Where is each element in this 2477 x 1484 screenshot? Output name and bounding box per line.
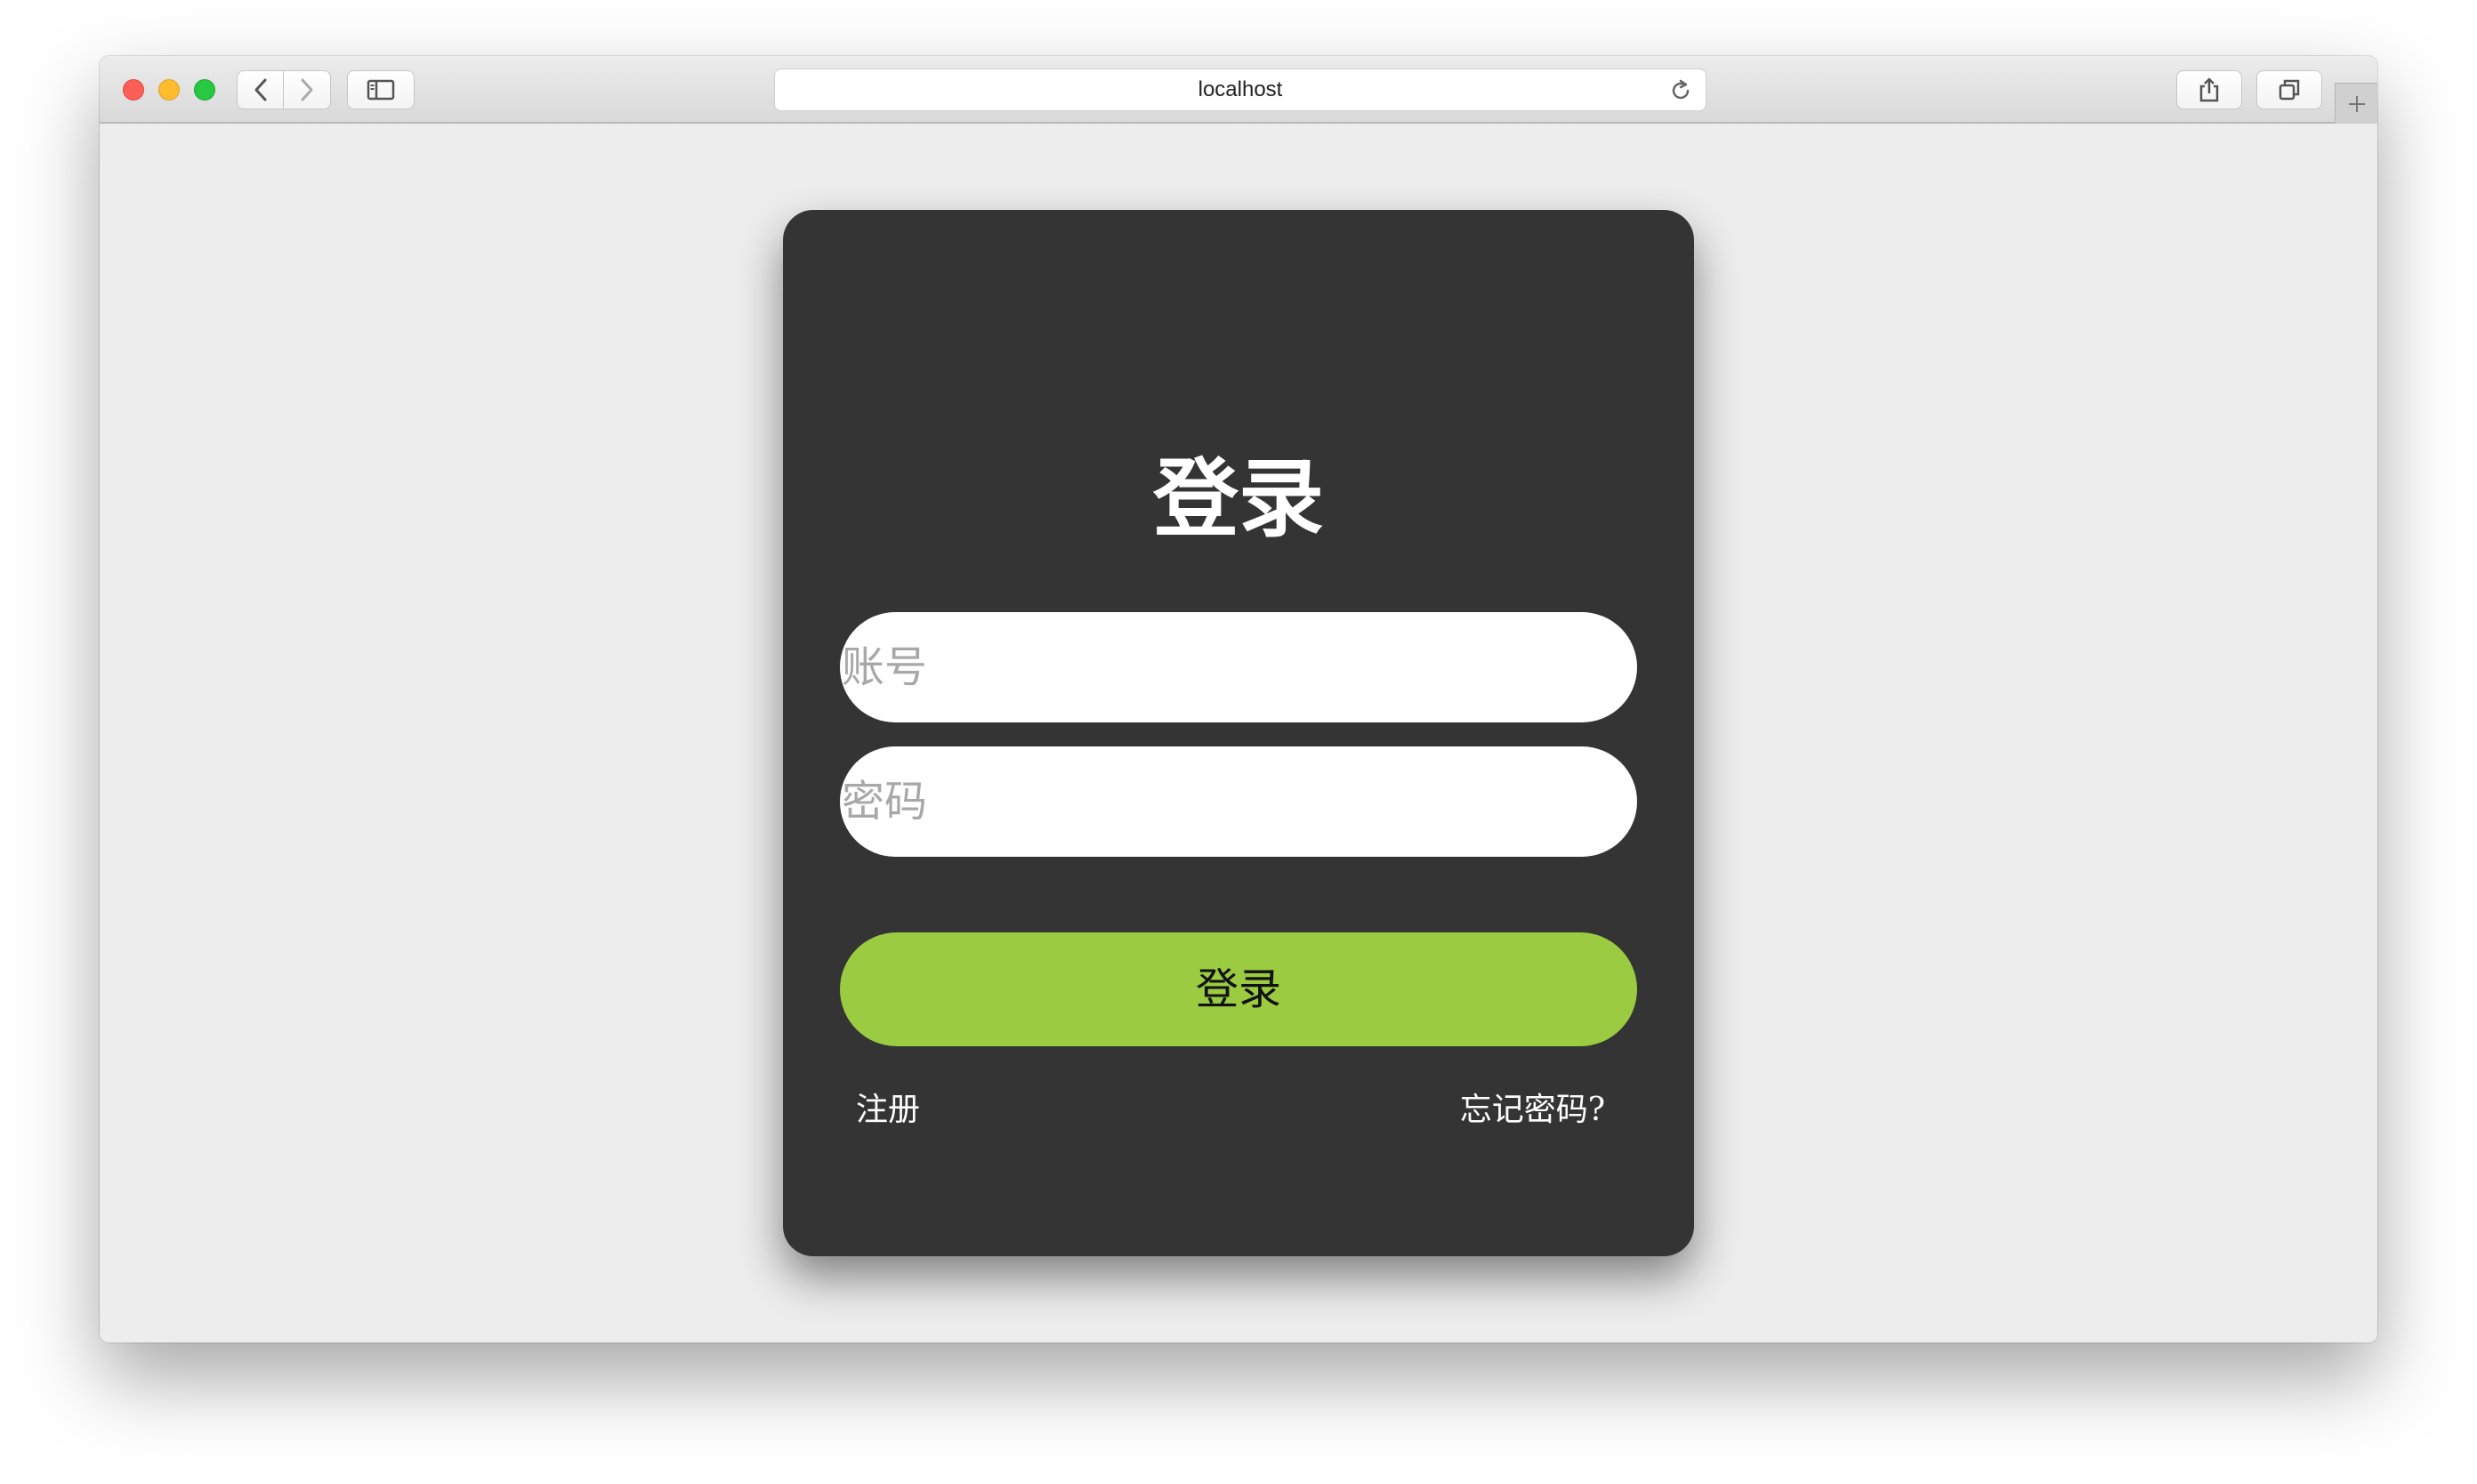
browser-window: localhost 登录 登录 注册 忘记密码?	[100, 56, 2377, 1343]
minimize-window-button[interactable]	[158, 79, 180, 101]
address-bar[interactable]: localhost	[774, 69, 1706, 111]
new-tab-button[interactable]	[2335, 83, 2377, 124]
forgot-password-link[interactable]: 忘记密码?	[1460, 1091, 1605, 1130]
reload-icon	[1672, 79, 1690, 100]
close-window-button[interactable]	[123, 79, 144, 101]
address-text: localhost	[1198, 77, 1283, 101]
sidebar-toggle-button[interactable]	[347, 70, 415, 109]
login-card: 登录 登录 注册 忘记密码?	[783, 210, 1694, 1256]
account-input[interactable]	[840, 612, 1637, 722]
chevron-left-icon	[254, 78, 266, 101]
password-input[interactable]	[840, 746, 1637, 857]
register-link[interactable]: 注册	[856, 1091, 920, 1130]
reload-button[interactable]	[1668, 78, 1693, 108]
navigation-buttons	[237, 70, 331, 109]
login-button[interactable]: 登录	[840, 932, 1637, 1046]
sidebar-icon	[367, 79, 395, 101]
back-button[interactable]	[238, 71, 285, 109]
login-title: 登录	[1153, 448, 1324, 549]
tab-overview-button[interactable]	[2256, 70, 2322, 109]
page-content: 登录 登录 注册 忘记密码?	[100, 124, 2377, 1343]
share-button[interactable]	[2176, 70, 2242, 109]
browser-toolbar: localhost	[100, 56, 2377, 124]
chevron-right-icon	[301, 78, 313, 101]
forward-button[interactable]	[284, 71, 330, 109]
share-icon	[2199, 77, 2219, 102]
plus-icon	[2348, 95, 2365, 112]
maximize-window-button[interactable]	[194, 79, 215, 101]
tabs-overview-icon	[2279, 79, 2300, 101]
